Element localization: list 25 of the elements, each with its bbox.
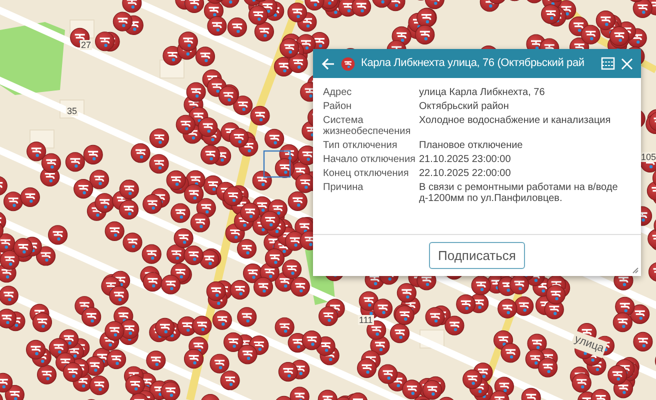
field-value: В связи с ремонтными работами на в/воде д-1200мм по ул.Панфиловцев. [419,182,619,204]
back-arrow-icon[interactable] [321,56,335,70]
field-label: Тип отключения [323,140,398,151]
field-label: Конец отключения [323,168,410,179]
close-icon[interactable] [621,58,633,70]
field-value: 22.10.2025 22:00:00 [419,168,512,179]
resize-handle-icon[interactable] [632,267,639,274]
field-value: 21.10.2025 23:00:00 [419,154,512,165]
house-number: 111 [358,315,374,325]
popup-title: Карла Либкнехта улица, 76 (Октябрьский рай [361,56,586,72]
field-label: Район [323,101,353,112]
field-value: Холодное водоснабжение и канализация [419,115,612,128]
field-label: Начало отключения [323,154,416,165]
table-icon[interactable] [601,57,615,70]
house-number: 27 [80,40,92,50]
field-label: Система жизнеобеспечения [323,115,412,137]
house-number: 35 [66,106,78,116]
field-value: Октябрьский район [419,101,510,112]
field-label: Причина [323,182,364,195]
house-number: 105 [640,152,656,162]
faucet-marker-icon [341,56,355,70]
subscribe-button[interactable]: Подписаться [429,242,525,269]
field-label: Адрес [323,87,353,98]
field-value: улица Карла Либкнехта, 76 [419,87,546,98]
field-value: Плановое отключение [419,140,524,151]
